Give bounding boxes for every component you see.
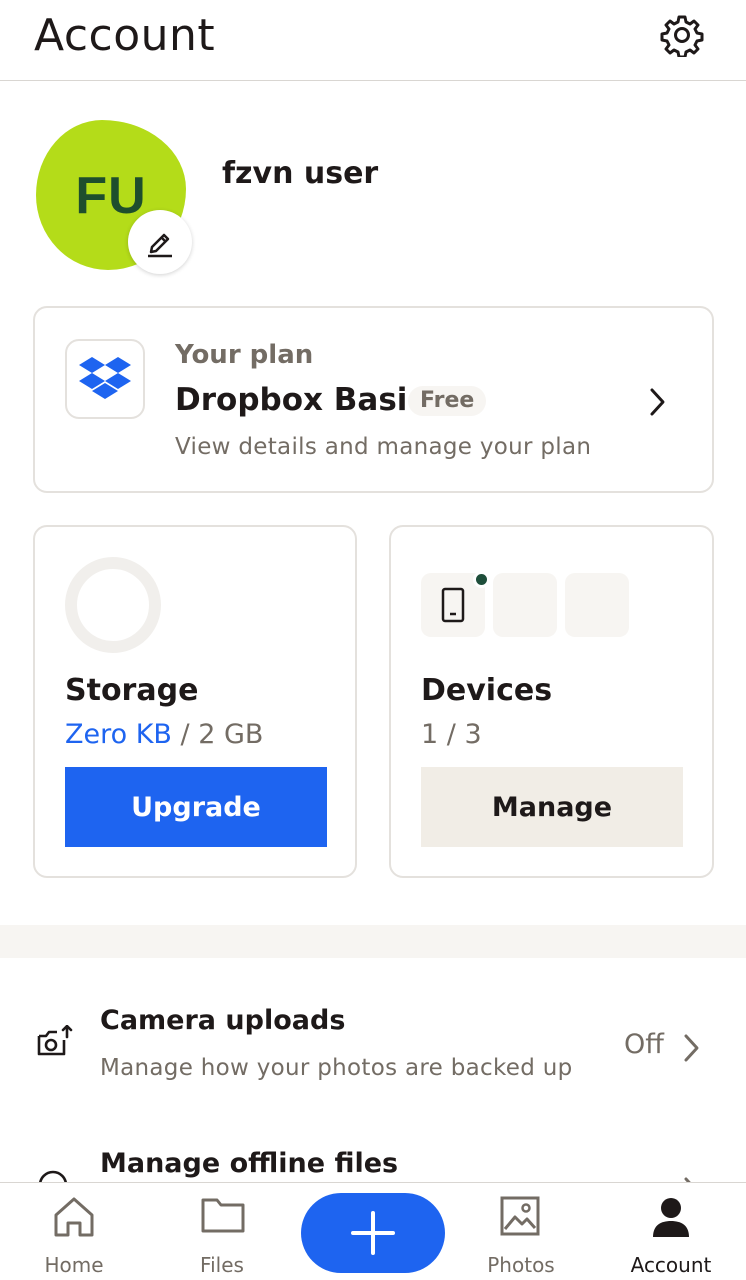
page-title: Account	[34, 10, 216, 61]
storage-used: Zero KB	[65, 719, 172, 750]
plan-description: View details and manage your plan	[175, 434, 592, 460]
pencil-icon	[148, 233, 172, 258]
offline-icon	[39, 1170, 67, 1182]
camera-uploads-row[interactable]: Camera uploads Manage how your photos ar…	[0, 987, 746, 1107]
gear-icon[interactable]	[660, 13, 704, 57]
edit-avatar-button[interactable]	[128, 210, 192, 274]
tab-photos[interactable]: Photos	[466, 1183, 576, 1280]
phone-icon	[441, 587, 465, 623]
section-divider	[0, 925, 746, 958]
plan-name: Dropbox Basic	[175, 382, 426, 418]
storage-separator: /	[171, 719, 199, 750]
home-icon	[54, 1197, 94, 1237]
device-connected-dot	[473, 571, 490, 588]
tab-account[interactable]: Account	[616, 1183, 726, 1280]
devices-card: Devices 1 / 3 Manage	[389, 525, 714, 878]
plan-badge: Free	[408, 386, 487, 416]
folder-icon	[201, 1198, 245, 1233]
plan-card[interactable]: Your plan Dropbox Basic Free View detail…	[33, 306, 714, 493]
offline-files-row[interactable]: Manage offline files	[0, 1130, 746, 1182]
chevron-right-icon	[684, 1034, 699, 1062]
tab-home[interactable]: Home	[19, 1183, 129, 1280]
tab-home-label: Home	[44, 1253, 104, 1277]
camera-uploads-status: Off	[624, 1029, 664, 1060]
chevron-right-icon	[650, 388, 665, 416]
camera-uploads-title: Camera uploads	[100, 1005, 346, 1036]
upgrade-button[interactable]: Upgrade	[65, 767, 327, 847]
tab-account-label: Account	[630, 1253, 712, 1277]
devices-title: Devices	[421, 673, 553, 708]
tab-files-label: Files	[200, 1253, 244, 1277]
devices-count: 1 / 3	[421, 719, 482, 750]
storage-card: Storage Zero KB / 2 GB Upgrade	[33, 525, 357, 878]
bottom-tab-bar: Home Files Photos Account	[0, 1182, 746, 1280]
camera-upload-icon	[37, 1025, 73, 1056]
device-slot-empty	[565, 573, 629, 637]
user-name: fzvn user	[222, 156, 379, 191]
app-header: Account	[0, 0, 746, 81]
offline-files-title: Manage offline files	[100, 1148, 399, 1179]
photos-icon	[500, 1196, 540, 1236]
storage-title: Storage	[65, 673, 199, 708]
camera-uploads-description: Manage how your photos are backed up	[100, 1055, 573, 1081]
dropbox-logo-icon	[79, 357, 131, 399]
storage-total: 2 GB	[198, 719, 264, 750]
device-slot-empty	[493, 573, 557, 637]
storage-usage: Zero KB / 2 GB	[65, 719, 263, 750]
person-icon	[653, 1198, 689, 1237]
plan-label: Your plan	[175, 340, 314, 370]
plus-icon	[351, 1211, 395, 1255]
add-button[interactable]	[301, 1193, 445, 1273]
plan-logo	[65, 339, 145, 419]
tab-photos-label: Photos	[487, 1253, 555, 1277]
storage-usage-ring	[65, 557, 161, 653]
manage-devices-button[interactable]: Manage	[421, 767, 683, 847]
tab-files[interactable]: Files	[167, 1183, 277, 1280]
account-content[interactable]: FU fzvn user Your plan Dropbox Basic Fre…	[0, 82, 746, 1182]
